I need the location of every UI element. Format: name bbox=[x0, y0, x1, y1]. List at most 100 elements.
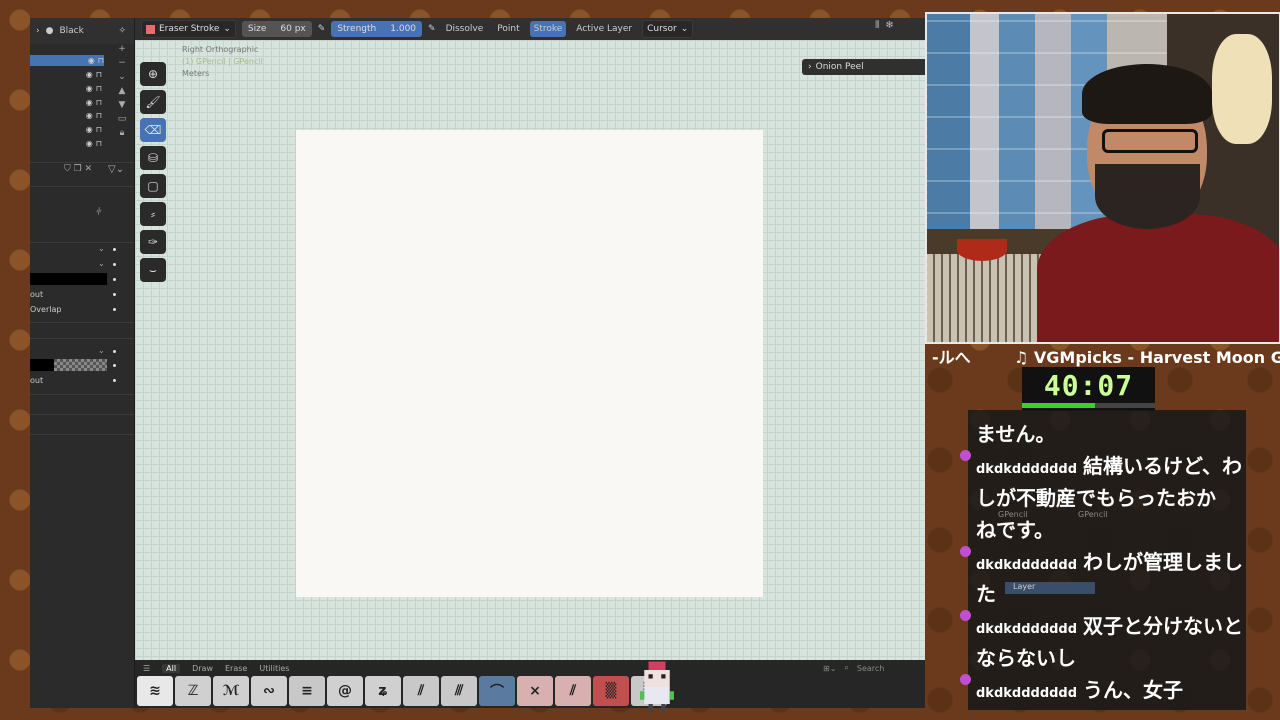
mode-stroke[interactable]: Stroke bbox=[529, 21, 567, 37]
eye-icon[interactable]: ◉ bbox=[86, 139, 93, 148]
chat-message: ならないし bbox=[976, 642, 1246, 674]
chevron-down-icon[interactable]: ⌄ bbox=[118, 72, 126, 82]
pin-icon[interactable]: ✧ bbox=[118, 26, 126, 36]
brush-thumbnail[interactable]: ∾ bbox=[251, 676, 287, 706]
cursor-dropdown[interactable]: Cursor ⌄ bbox=[642, 20, 694, 38]
chevron-down-icon[interactable]: ⌄ bbox=[98, 346, 105, 355]
lock-icon[interactable]: ⊓ bbox=[96, 84, 102, 93]
eye-icon[interactable]: ◉ bbox=[86, 84, 93, 93]
mode-point[interactable]: Point bbox=[493, 21, 523, 37]
draw-brush-icon[interactable]: 🖌︎ bbox=[140, 90, 166, 114]
display-icon[interactable]: ▭ bbox=[118, 114, 127, 124]
brush-thumbnail[interactable]: @ bbox=[327, 676, 363, 706]
pressure-pen-icon[interactable]: ✎ bbox=[428, 24, 436, 34]
keyframe-dot[interactable] bbox=[113, 248, 116, 251]
size-field[interactable]: Size 60 px bbox=[241, 21, 312, 37]
lock-icon[interactable]: ⊓ bbox=[96, 139, 102, 148]
color-swatch-black[interactable] bbox=[30, 359, 54, 371]
copy-icon[interactable]: ❐ bbox=[74, 164, 82, 174]
cursor-tool-icon[interactable]: ⊕ bbox=[140, 62, 166, 86]
active-layer-toggle[interactable]: Active Layer bbox=[572, 21, 636, 37]
layer-row[interactable]: ◉ ⊓ bbox=[30, 83, 102, 94]
curve-icon[interactable]: ⌣ bbox=[140, 258, 166, 282]
eraser-icon[interactable]: ⌫ bbox=[140, 118, 166, 142]
grid-view-icon[interactable]: ⊞⌄ bbox=[823, 664, 836, 673]
brush-thumbnail[interactable]: ʑ bbox=[365, 676, 401, 706]
arrow-up-icon[interactable]: ▲ bbox=[119, 86, 126, 96]
layer-row[interactable]: ◉ ⊓ bbox=[30, 69, 102, 80]
chevron-down-icon[interactable]: ⌄ bbox=[98, 244, 105, 253]
3d-viewport[interactable]: Right Orthographic (1) GPencil | GPencil… bbox=[135, 40, 925, 680]
chat-username[interactable]: dkdkddddddd bbox=[976, 622, 1077, 637]
lock-icon[interactable]: ⊓ bbox=[96, 111, 102, 120]
keyframe-dot[interactable] bbox=[113, 364, 116, 367]
keyframe-dot[interactable] bbox=[113, 278, 116, 281]
pressure-pen-icon[interactable]: ✎ bbox=[318, 24, 326, 34]
tab-all[interactable]: All bbox=[162, 663, 181, 673]
brush-thumbnail[interactable]: ≋ bbox=[137, 676, 173, 706]
box-icon[interactable]: ▢ bbox=[140, 174, 166, 198]
eye-icon[interactable]: ◉ bbox=[86, 125, 93, 134]
tool-name: Eraser Stroke bbox=[159, 24, 220, 34]
lock-icon[interactable]: ⊓ bbox=[98, 56, 104, 65]
eyedropper-icon[interactable]: ✑ bbox=[140, 230, 166, 254]
layer-row[interactable]: ◉ ⊓ bbox=[30, 124, 102, 135]
chat-text: わしが管理しまし bbox=[1083, 550, 1244, 574]
onion-peel-panel[interactable]: › Onion Peel bbox=[802, 59, 925, 75]
parallel-icon[interactable]: ⦀ bbox=[875, 20, 879, 31]
keyframe-dot[interactable] bbox=[113, 308, 116, 311]
plus-icon[interactable]: + bbox=[118, 44, 126, 54]
layer-row[interactable]: ◉ ⊓ bbox=[30, 97, 102, 108]
layer-row[interactable]: ◉ ⊓ bbox=[30, 138, 102, 149]
chevron-down-icon[interactable]: ⌄ bbox=[98, 259, 105, 268]
chat-username[interactable]: dkdkddddddd bbox=[976, 558, 1077, 573]
keyframe-dot[interactable] bbox=[113, 263, 116, 266]
brush-thumbnail[interactable]: ℳ bbox=[213, 676, 249, 706]
layer-row[interactable]: ◉ ⊓ bbox=[30, 110, 102, 121]
mode-dissolve[interactable]: Dissolve bbox=[442, 21, 488, 37]
lock-icon[interactable]: ⊓ bbox=[96, 70, 102, 79]
snowflake-icon[interactable]: ❄ bbox=[885, 20, 893, 31]
tint-icon[interactable]: ⸗ bbox=[140, 202, 166, 226]
color-swatch-black[interactable] bbox=[30, 273, 107, 285]
fill-bucket-icon[interactable]: ⛁ bbox=[140, 146, 166, 170]
brush-thumbnail[interactable]: ⨯ bbox=[517, 676, 553, 706]
divider bbox=[30, 322, 134, 323]
settings-sliders-icon[interactable]: ⫩ bbox=[96, 207, 102, 218]
lock-icon[interactable]: ⊓ bbox=[96, 98, 102, 107]
brush-thumbnail[interactable]: ⫽ bbox=[555, 676, 591, 706]
lock-icon[interactable]: 🔒︎ bbox=[120, 128, 125, 138]
tab-utilities[interactable]: Utilities bbox=[259, 664, 289, 673]
brush-thumbnail[interactable]: ⫽ bbox=[403, 676, 439, 706]
keyframe-dot[interactable] bbox=[113, 293, 116, 296]
strength-field[interactable]: Strength 1.000 bbox=[331, 21, 423, 37]
search-input[interactable]: Search bbox=[857, 664, 884, 673]
layer-row[interactable]: ◉ ⊓ bbox=[30, 55, 104, 66]
close-icon[interactable]: ✕ bbox=[85, 164, 93, 174]
material-header[interactable]: › ● Black ✧ bbox=[30, 18, 134, 44]
eye-icon[interactable]: ◉ bbox=[86, 98, 93, 107]
minus-icon[interactable]: − bbox=[118, 58, 126, 68]
tab-erase[interactable]: Erase bbox=[225, 664, 247, 673]
brush-thumbnail[interactable]: ⫻ bbox=[441, 676, 477, 706]
color-swatch-transparent[interactable] bbox=[54, 359, 107, 371]
keyframe-dot[interactable] bbox=[113, 379, 116, 382]
eye-icon[interactable]: ◉ bbox=[86, 111, 93, 120]
brush-thumbnail[interactable]: ≡ bbox=[289, 676, 325, 706]
keyframe-dot[interactable] bbox=[113, 350, 116, 353]
eye-icon[interactable]: ◉ bbox=[88, 56, 95, 65]
arrow-down-icon[interactable]: ▼ bbox=[119, 100, 126, 110]
brush-thumbnail[interactable]: ▒ bbox=[593, 676, 629, 706]
brush-thumbnail[interactable]: ℤ bbox=[175, 676, 211, 706]
lock-icon[interactable]: ⊓ bbox=[96, 125, 102, 134]
tab-draw[interactable]: Draw bbox=[192, 664, 213, 673]
tool-dropdown[interactable]: Eraser Stroke ⌄ bbox=[141, 20, 236, 38]
chat-username[interactable]: dkdkddddddd bbox=[976, 686, 1077, 701]
filter-icon[interactable]: ▽⌄ bbox=[108, 164, 124, 175]
drawing-canvas[interactable] bbox=[296, 130, 763, 597]
eye-icon[interactable]: ◉ bbox=[86, 70, 93, 79]
menu-icon[interactable]: ☰ bbox=[143, 664, 150, 673]
brush-thumbnail[interactable]: ⌒ bbox=[479, 676, 515, 706]
chat-username[interactable]: dkdkddddddd bbox=[976, 462, 1077, 477]
shield-icon[interactable]: ⛉ bbox=[64, 164, 71, 174]
